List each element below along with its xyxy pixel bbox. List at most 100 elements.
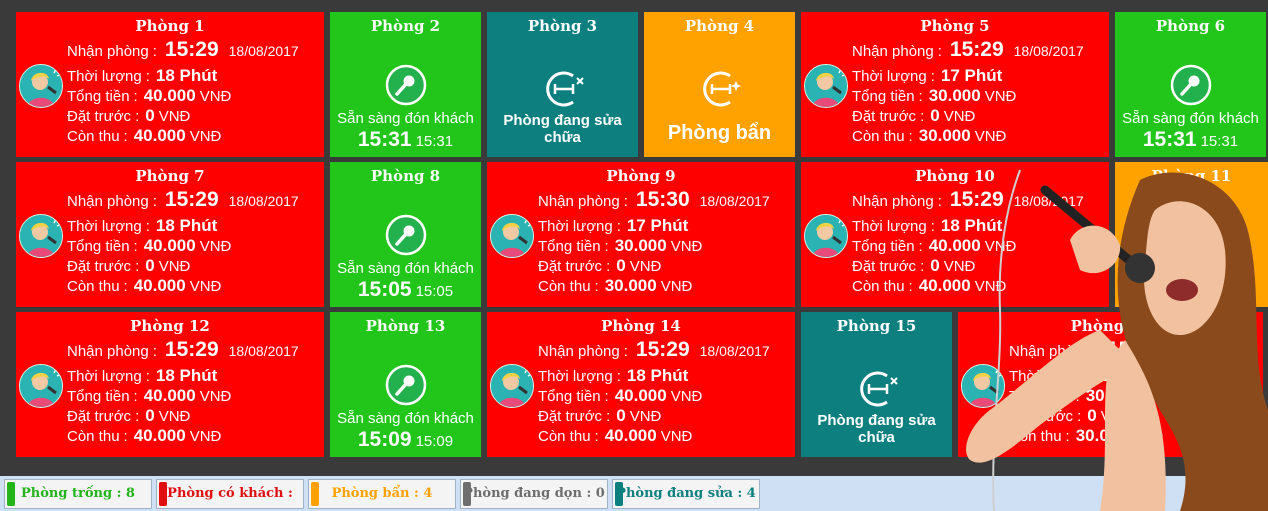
deposit-value: 0 [930,106,940,125]
colon: : [152,43,157,60]
checkin-time: 15:29 [949,38,1004,61]
currency-unit: VNĐ [158,408,191,425]
duration-value: 18 Phút [155,366,218,385]
singing-person-icon [490,364,534,408]
duration-label: Thời lượng [852,218,927,235]
remaining-label: Còn thu [67,128,120,145]
duration-row: Thời lượng:18 Phút [67,65,299,85]
repair-icon [541,67,585,111]
duration-row: Thời lượng:18 Phút [67,215,299,235]
currency-unit: VNĐ [660,278,693,295]
deposit-label: Đặt trước [852,108,917,125]
room-tile[interactable]: Phòng 15 Phòng đang sửa chữa [801,312,952,457]
checkin-time: 15:29 [635,338,690,361]
remaining-value: 30.000 [604,276,657,295]
duration-value: 18 Phút [155,216,218,235]
ready-time-small: 15:09 [415,433,454,450]
deposit-row: Đặt trước:0VNĐ [67,105,299,125]
remaining-label: Còn thu [852,128,905,145]
currency-unit: VNĐ [189,128,222,145]
deposit-value: 0 [145,106,155,125]
room-tile[interactable]: Phòng 3 Phòng đang sửa chữa [487,12,638,157]
microphone-icon [1170,64,1212,106]
legend-color-swatch [7,482,15,506]
room-tile[interactable]: Phòng 4 Phòng bẩn [644,12,795,157]
room-name: Phòng 4 [684,17,755,35]
room-name: Phòng 12 [130,317,210,335]
checkin-date: 18/08/2017 [228,343,299,359]
checkin-row: Nhận phòng:15:29 18/08/2017 [67,39,299,65]
colon: : [937,193,942,210]
cleaning-icon [698,67,742,111]
duration-row: Thời lượng:17 Phút [538,215,770,235]
colon: : [604,388,609,405]
room-tile[interactable]: Phòng 2 Sẵn sàng đón khách 15:31 15:31 [330,12,481,157]
legend-color-swatch [615,482,623,506]
room-tile[interactable]: Phòng 14 Nhận phòng:15:29 18/08/2017 Thời l… [487,312,795,457]
ready-time-main: 15:31 [1142,128,1197,151]
room-tile[interactable]: Phòng 1 Nhận phòng:15:29 18/08/2017 Thời lư… [16,12,324,157]
total-value: 30.000 [614,236,667,255]
ready-status-text: Sẵn sàng đón khách [337,260,474,277]
room-name: Phòng 2 [370,17,441,35]
deposit-label: Đặt trước [538,408,603,425]
deposit-row: Đặt trước:0VNĐ [538,405,770,425]
room-info: Nhận phòng:15:2918/08/2017 Thời lượng: 18 … [67,339,299,445]
deposit-value: 0 [930,256,940,275]
legend-item[interactable]: Phòng đang sửa : 4 [612,479,760,509]
room-name: Phòng 14 [601,317,681,335]
duration-value: 18 Phút [626,366,689,385]
singing-person-icon [19,364,63,408]
checkin-row: Nhận phòng:15:29 18/08/2017 [67,339,299,365]
room-info: Nhận phòng:15:2918/08/2017Thời lượng:18 … [538,339,770,445]
duration-label: Thời lượng [538,218,613,235]
singing-person-icon [490,214,534,258]
repair-status-text: Phòng đang sửa chữa [503,112,622,146]
duration-label: Thời lượng [67,218,142,235]
checkin-date: 18/08/2017 [699,193,770,209]
room-info: Nhận phòng:15:2918/08/2017Thời lượng:18 … [67,189,299,295]
deposit-value: 0 [616,256,626,275]
remaining-value: 40.000 [133,276,186,295]
checkin-label: Nhận phòng [67,343,149,360]
total-value: 40.000 [614,386,667,405]
colon: : [920,258,925,275]
colon: : [908,278,913,295]
room-tile[interactable]: Phòng 8 Sẵn sàng đón khách 15:05 15:05 [330,162,481,307]
checkin-row: Nhận phòng:15:29 18/08/2017 [538,339,770,365]
colon: : [918,88,923,105]
legend-item[interactable]: Phòng đang dọn : 0 [460,479,608,509]
room-info: Nhận phòng:15:2918/08/2017Thời lượng:18 … [67,39,299,145]
total-row: Tổng tiền:40.000 VNĐ [67,235,299,255]
ready-time-small: 15:31 [1200,133,1239,150]
room-tile[interactable]: Phòng 13 Sẵn sàng đón khách 15:09 15:09 [330,312,481,457]
colon: : [133,238,138,255]
room-tile[interactable]: Phòng 12 Nhận phòng:15:29 18/08/2017 Thời l… [16,312,324,457]
total-row: Tổng tiền:30.000VNĐ [852,85,1084,105]
remaining-value: 40.000 [133,126,186,145]
duration-label: Thời lượng [67,368,142,385]
duration-label: Thời lượng [852,68,927,85]
remaining-label: Còn thu [852,278,905,295]
legend-item[interactable]: Phòng có khách : 14 [156,479,304,509]
legend-item[interactable]: Phòng bẩn : 4 [308,479,456,509]
colon: : [594,428,599,445]
colon: : [937,43,942,60]
room-name: Phòng 6 [1155,17,1226,35]
singing-person-icon [804,214,848,258]
room-tile[interactable]: Phòng 9 Nhận phòng:15:30 18/08/2017 Thời lư… [487,162,795,307]
legend-label: Phòng trống : 8 [21,486,135,501]
legend-item[interactable]: Phòng trống : 8 [4,479,152,509]
remaining-value: 40.000 [133,426,186,445]
dirty-status-text: Phòng bẩn [667,122,772,144]
ready-time-main: 15:09 [357,428,412,451]
colon: : [135,408,140,425]
total-label: Tổng tiền [852,238,915,255]
room-tile[interactable]: Phòng 6 Sẵn sàng đón khách 15:31 15:31 [1115,12,1266,157]
checkin-row: Nhận phòng:15:29 18/08/2017 [852,39,1084,65]
colon: : [930,218,935,235]
room-tile[interactable]: Phòng 5 Nhận phòng:15:29 18/08/2017 Thời lư… [801,12,1109,157]
colon: : [133,88,138,105]
colon: : [930,68,935,85]
room-tile[interactable]: Phòng 7 Nhận phòng:15:29 18/08/2017 Thời lư… [16,162,324,307]
